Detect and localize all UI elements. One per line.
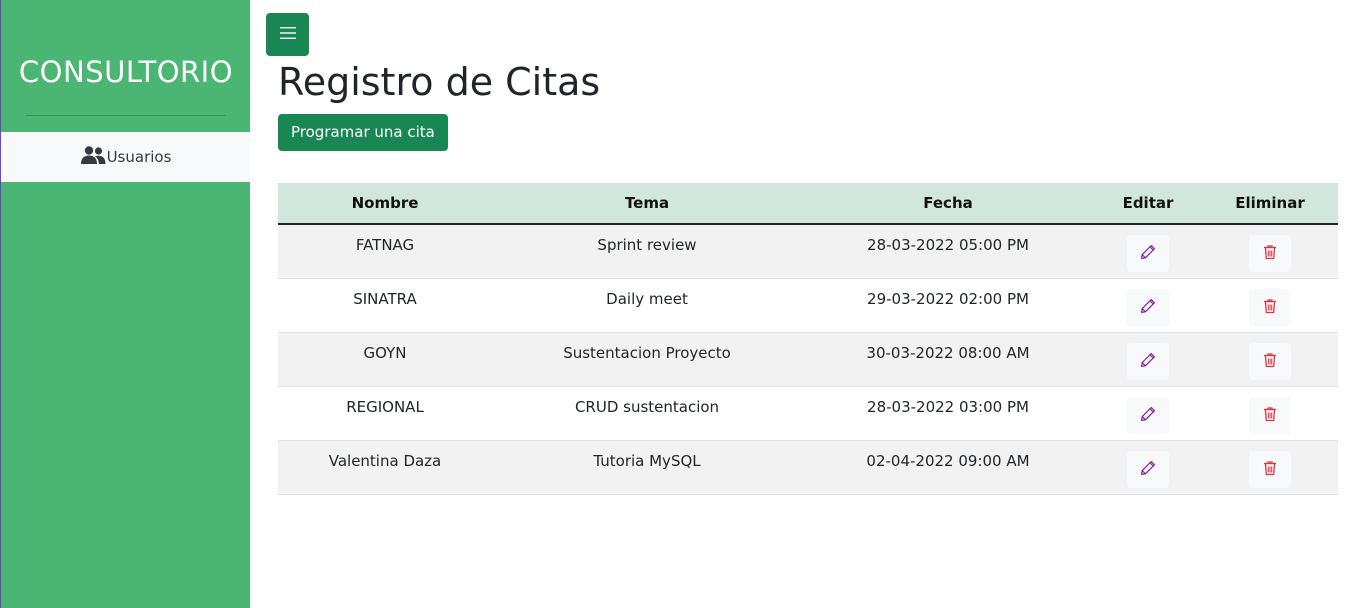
- hamburger-menu-icon: [279, 25, 297, 44]
- cell-nombre: FATNAG: [278, 224, 492, 279]
- cell-nombre: Valentina Daza: [278, 440, 492, 495]
- cell-editar: [1094, 278, 1202, 333]
- cell-tema: Tutoria MySQL: [492, 440, 802, 495]
- sidebar-item-usuarios[interactable]: Usuarios: [1, 132, 250, 182]
- cell-nombre: GOYN: [278, 332, 492, 387]
- cell-fecha: 02-04-2022 09:00 AM: [802, 440, 1094, 495]
- brand-title: CONSULTORIO: [18, 55, 234, 89]
- sidebar-divider: [26, 115, 226, 116]
- cell-eliminar: [1202, 332, 1338, 387]
- table-row: Valentina Daza Tutoria MySQL 02-04-2022 09…: [278, 440, 1338, 495]
- edit-button[interactable]: [1127, 288, 1169, 326]
- cell-editar: [1094, 332, 1202, 387]
- cell-editar: [1094, 224, 1202, 279]
- schedule-appointment-button[interactable]: Programar una cita: [278, 114, 448, 151]
- column-header-tema: Tema: [492, 183, 802, 225]
- table-row: SINATRA Daily meet 29-03-2022 02:00 PM: [278, 278, 1338, 333]
- edit-button[interactable]: [1127, 450, 1169, 488]
- cell-eliminar: [1202, 224, 1338, 279]
- page-title: Registro de Citas: [278, 60, 601, 104]
- trash-icon: [1262, 244, 1278, 263]
- trash-icon: [1262, 406, 1278, 425]
- delete-button[interactable]: [1249, 342, 1291, 380]
- cell-fecha: 30-03-2022 08:00 AM: [802, 332, 1094, 387]
- sidebar: CONSULTORIO Usuarios: [0, 0, 250, 608]
- users-icon: [80, 145, 107, 169]
- edit-button[interactable]: [1127, 235, 1169, 272]
- table-row: FATNAG Sprint review 28-03-2022 05:00 PM: [278, 224, 1338, 279]
- cell-fecha: 29-03-2022 02:00 PM: [802, 278, 1094, 333]
- delete-button[interactable]: [1249, 288, 1291, 326]
- table-header-row: Nombre Tema Fecha Editar Eliminar: [278, 183, 1338, 225]
- pencil-icon: [1140, 352, 1156, 371]
- column-header-eliminar: Eliminar: [1202, 183, 1338, 225]
- trash-icon: [1262, 460, 1278, 479]
- column-header-editar: Editar: [1094, 183, 1202, 225]
- cell-tema: Sustentacion Proyecto: [492, 332, 802, 387]
- cell-eliminar: [1202, 440, 1338, 495]
- appointments-table: Nombre Tema Fecha Editar Eliminar FATNAG…: [278, 183, 1338, 495]
- edit-button[interactable]: [1127, 342, 1169, 380]
- trash-icon: [1262, 298, 1278, 317]
- column-header-fecha: Fecha: [802, 183, 1094, 225]
- sidebar-item-label: Usuarios: [106, 148, 172, 166]
- pencil-icon: [1140, 298, 1156, 317]
- cell-tema: CRUD sustentacion: [492, 386, 802, 441]
- pencil-icon: [1140, 460, 1156, 479]
- edit-button[interactable]: [1127, 396, 1169, 434]
- cell-editar: [1094, 386, 1202, 441]
- table-row: REGIONAL CRUD sustentacion 28-03-2022 03:0…: [278, 386, 1338, 441]
- cell-editar: [1094, 440, 1202, 495]
- cell-eliminar: [1202, 386, 1338, 441]
- delete-button[interactable]: [1249, 235, 1291, 272]
- table-body: FATNAG Sprint review 28-03-2022 05:00 PM SI…: [278, 224, 1338, 495]
- cell-nombre: REGIONAL: [278, 386, 492, 441]
- delete-button[interactable]: [1249, 450, 1291, 488]
- trash-icon: [1262, 352, 1278, 371]
- column-header-nombre: Nombre: [278, 183, 492, 225]
- cell-fecha: 28-03-2022 03:00 PM: [802, 386, 1094, 441]
- pencil-icon: [1140, 406, 1156, 425]
- cell-nombre: SINATRA: [278, 278, 492, 333]
- cell-tema: Daily meet: [492, 278, 802, 333]
- cell-tema: Sprint review: [492, 224, 802, 279]
- delete-button[interactable]: [1249, 396, 1291, 434]
- table-row: GOYN Sustentacion Proyecto 30-03-2022 08:0…: [278, 332, 1338, 387]
- cell-eliminar: [1202, 278, 1338, 333]
- pencil-icon: [1140, 244, 1156, 263]
- menu-toggle-button[interactable]: [266, 13, 309, 56]
- cell-fecha: 28-03-2022 05:00 PM: [802, 224, 1094, 279]
